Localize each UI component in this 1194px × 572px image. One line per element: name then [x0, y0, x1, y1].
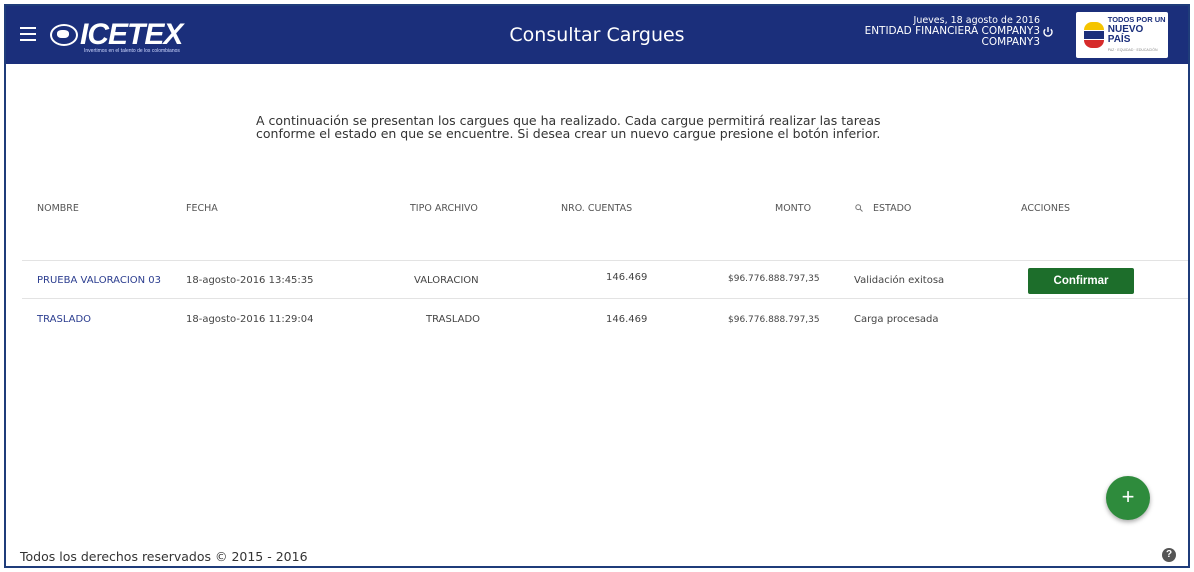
row1-cuentas: 146.469	[606, 272, 648, 283]
app-header: ICETEX Invertimos en el talento de los c…	[6, 6, 1188, 64]
footer-text: Todos los derechos reservados © 2015 - 2…	[20, 549, 308, 564]
col-header-acciones: ACCIONES	[1021, 203, 1071, 214]
globe-icon	[50, 24, 78, 46]
row1-monto: $96.776.888.797,35	[728, 274, 820, 284]
row1-estado: Validación exitosa	[854, 275, 945, 286]
row1-tipo: VALORACION	[414, 275, 479, 286]
icetex-logo[interactable]: ICETEX Invertimos en el talento de los c…	[50, 18, 183, 54]
row2-nombre-link[interactable]: TRASLADO	[37, 314, 91, 325]
help-icon[interactable]: ?	[1162, 548, 1176, 562]
intro-text: A continuación se presentan los cargues …	[256, 113, 881, 141]
row-divider	[22, 260, 1188, 261]
plus-icon: +	[1121, 484, 1135, 509]
user-info: Jueves, 18 agosto de 2016 ENTIDAD FINANC…	[865, 15, 1040, 48]
col-header-nombre[interactable]: NOMBRE	[37, 203, 79, 214]
app-frame: ICETEX Invertimos en el talento de los c…	[4, 4, 1190, 568]
logo-tagline: Invertimos en el talento de los colombia…	[84, 48, 180, 54]
logo-text: ICETEX	[80, 18, 183, 51]
row2-cuentas: 146.469	[606, 314, 648, 325]
gov-logo-line3: PAZ · EQUIDAD · EDUCACIÓN	[1107, 48, 1158, 52]
gov-flag-icon	[1084, 22, 1104, 48]
row2-fecha: 18-agosto-2016 11:29:04	[186, 314, 314, 325]
col-header-estado[interactable]: ESTADO	[873, 203, 911, 214]
add-cargue-button[interactable]: +	[1106, 476, 1150, 520]
user-name: COMPANY3	[981, 36, 1040, 48]
gov-logo-line2: NUEVO PAÍS	[1107, 24, 1144, 45]
col-header-tipo[interactable]: TIPO ARCHIVO	[410, 203, 478, 214]
col-header-cuentas[interactable]: NRO. CUENTAS	[561, 203, 632, 214]
row1-fecha: 18-agosto-2016 13:45:35	[186, 275, 314, 286]
row-divider	[22, 298, 1188, 299]
power-icon[interactable]	[1042, 26, 1054, 38]
row1-nombre-link[interactable]: PRUEBA VALORACION 03	[37, 275, 161, 286]
row2-tipo: TRASLADO	[426, 314, 481, 325]
hamburger-icon[interactable]	[20, 27, 36, 41]
gov-logo: TODOS POR UN NUEVO PAÍS PAZ · EQUIDAD · …	[1076, 12, 1168, 58]
col-header-fecha[interactable]: FECHA	[186, 203, 218, 214]
search-icon[interactable]	[855, 204, 863, 212]
row2-monto: $96.776.888.797,35	[728, 315, 820, 325]
col-header-monto[interactable]: MONTO	[775, 203, 811, 214]
row2-estado: Carga procesada	[854, 314, 939, 325]
confirm-button[interactable]: Confirmar	[1028, 268, 1134, 294]
